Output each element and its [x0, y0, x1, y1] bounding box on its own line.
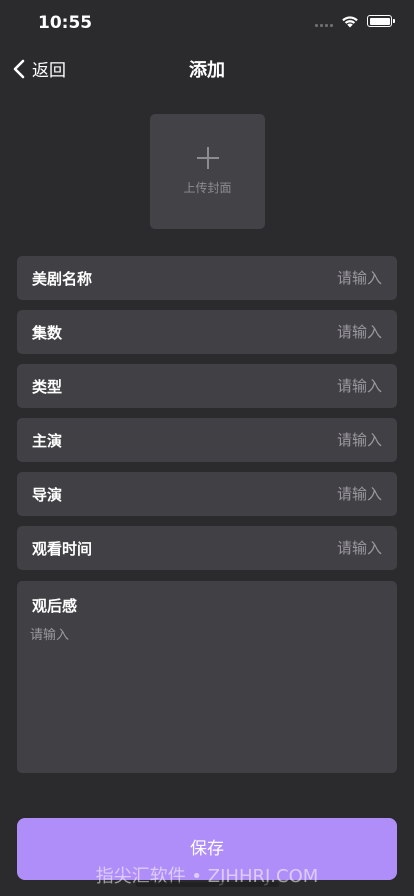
- status-time: 10:55: [38, 13, 93, 33]
- cellular-signal-icon: [315, 15, 333, 27]
- upload-cover-button[interactable]: 上传封面: [150, 114, 265, 229]
- review-label: 观后感: [32, 597, 78, 615]
- page-title: 添加: [189, 60, 225, 81]
- review-textarea[interactable]: [30, 624, 384, 754]
- wifi-icon: [342, 16, 358, 28]
- home-indicator: [136, 882, 279, 887]
- field-label: 美剧名称: [32, 269, 93, 288]
- status-icons: [315, 14, 395, 28]
- plus-icon: [196, 147, 219, 169]
- field-label: 观看时间: [32, 539, 93, 558]
- episodes-input[interactable]: [232, 323, 382, 341]
- battery-icon: [367, 15, 395, 27]
- genre-input[interactable]: [232, 377, 382, 395]
- field-episodes: 集数: [17, 310, 397, 354]
- status-bar: 10:55: [0, 0, 414, 44]
- field-label: 集数: [32, 323, 63, 342]
- field-genre: 类型: [17, 364, 397, 408]
- review-box: 观后感: [17, 581, 397, 773]
- field-label: 类型: [32, 377, 63, 396]
- director-input[interactable]: [232, 485, 382, 503]
- form-list: 美剧名称 集数 类型 主演 导演 观看时间: [17, 256, 397, 580]
- field-director: 导演: [17, 472, 397, 516]
- cast-input[interactable]: [232, 431, 382, 449]
- field-label: 导演: [32, 485, 63, 504]
- nav-bar: 返回 添加: [0, 44, 414, 90]
- show-name-input[interactable]: [232, 269, 382, 287]
- field-show-name: 美剧名称: [17, 256, 397, 300]
- save-button[interactable]: 保存: [17, 818, 397, 880]
- upload-cover-label: 上传封面: [183, 181, 232, 195]
- field-watch-time: 观看时间: [17, 526, 397, 570]
- field-label: 主演: [32, 431, 63, 450]
- watch-time-input[interactable]: [232, 539, 382, 557]
- field-cast: 主演: [17, 418, 397, 462]
